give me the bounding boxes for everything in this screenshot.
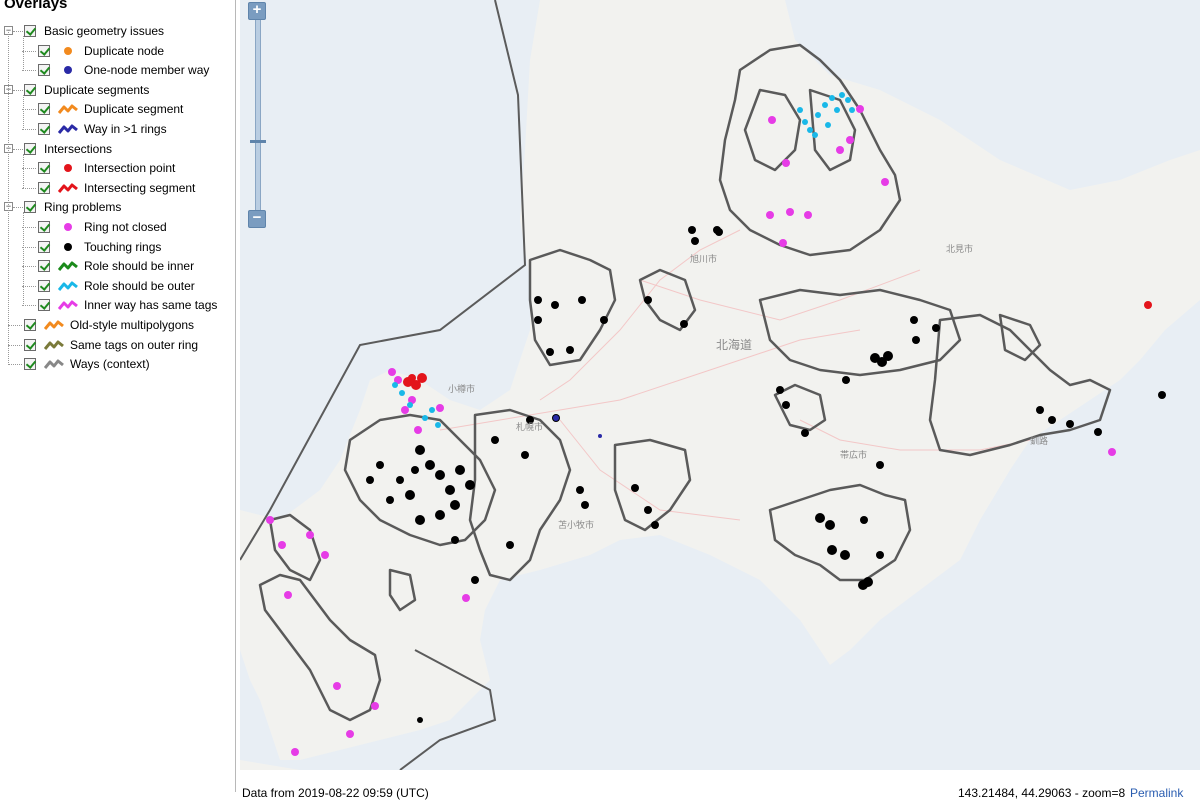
label-tomakomai: 苫小牧市 [558,519,594,531]
status-bar: Data from 2019-08-22 09:59 (UTC) 143.214… [240,770,1200,800]
overlay-item[interactable]: Intersecting segment [38,179,195,197]
overlay-checkbox[interactable] [24,83,36,96]
line-symbol-icon [58,280,78,292]
overlay-item[interactable]: One-node member way [38,61,209,79]
label-obihiro: 帯広市 [840,449,867,461]
overlays-panel: Overlays Basic geometry issues − Duplicate… [0,0,236,792]
overlay-item[interactable]: Role should be inner [38,257,194,275]
overlay-checkbox[interactable] [38,123,50,135]
overlay-group[interactable]: Intersections [24,140,112,158]
overlay-label: Touching rings [84,239,162,254]
dot-symbol-icon [58,241,78,253]
overlay-label: Ring problems [44,200,122,215]
overlay-checkbox[interactable] [38,299,50,312]
map-view[interactable]: 旭川市 北見市 北海道 小樽市 札幌市 帯広市 釧路 苫小牧市 [240,0,1200,770]
overlay-checkbox[interactable] [38,103,50,116]
overlay-item[interactable]: Old-style multipolygons [24,316,194,334]
zoom-slider-handle[interactable] [250,140,266,143]
overlays-title: Overlays [4,0,68,12]
overlay-item[interactable]: Touching rings [38,238,161,256]
overlay-label: Old-style multipolygons [70,318,195,332]
line-symbol-icon [58,123,78,135]
overlay-checkbox[interactable] [24,338,36,351]
label-asahikawa: 旭川市 [690,253,717,265]
overlay-item[interactable]: Duplicate segment [38,100,183,118]
one-node-member-way-2 [598,434,602,438]
land-hokkaido [240,0,1200,760]
overlay-label: Way in >1 rings [84,122,167,136]
zoom-slider[interactable] [250,20,266,210]
overlay-label: Basic geometry issues [44,24,165,38]
permalink-link[interactable]: Permalink [1130,786,1183,800]
zoom-out-button[interactable]: − [248,210,266,228]
zoom-control: + − [248,2,266,228]
overlay-label: Role should be outer [84,278,195,293]
overlay-checkbox[interactable] [24,25,36,37]
overlay-label: Duplicate segments [44,82,150,97]
dot-symbol-icon [58,45,78,57]
overlay-label: Role should be inner [84,259,195,274]
dot-symbol-icon [58,162,78,174]
overlay-label: Inner way has same tags [84,298,218,313]
label-hokkaido: 北海道 [716,337,752,352]
zoom-in-button[interactable]: + [248,2,266,20]
overlay-checkbox[interactable] [38,240,50,253]
overlay-checkbox[interactable] [38,162,50,175]
map-canvas[interactable]: 旭川市 北見市 北海道 小樽市 札幌市 帯広市 釧路 苫小牧市 [240,0,1200,770]
overlay-checkbox[interactable] [38,44,50,57]
one-node-member-way [553,415,559,421]
cursor-coordinates: 143.21484, 44.29063 - zoom=8 [958,786,1126,800]
line-symbol-icon [58,103,78,115]
label-otaru: 小樽市 [448,383,475,395]
data-timestamp: Data from 2019-08-22 09:59 (UTC) [242,786,429,800]
overlay-item[interactable]: Ring not closed [38,218,167,236]
overlay-item[interactable]: Inner way has same tags [38,296,217,314]
label-sapporo: 札幌市 [516,421,543,433]
overlay-label: Intersection point [84,161,176,176]
line-symbol-icon [44,339,64,351]
overlay-group[interactable]: Ring problems [24,198,121,216]
line-symbol-icon [58,299,78,311]
overlay-label: Ways (context) [70,357,150,372]
overlay-checkbox[interactable] [24,142,36,155]
line-symbol-icon [44,358,64,370]
overlay-label: Duplicate segment [84,102,184,117]
overlay-item[interactable]: Role should be outer [38,277,195,295]
land-honshu [240,760,300,770]
overlay-checkbox[interactable] [24,319,36,331]
overlay-checkbox[interactable] [24,358,36,371]
overlay-checkbox[interactable] [24,201,36,214]
line-symbol-icon [44,319,64,331]
overlay-checkbox[interactable] [38,260,50,273]
overlay-item[interactable]: Intersection point [38,159,175,177]
overlay-label: Intersections [44,141,113,156]
overlay-checkbox[interactable] [38,221,50,233]
overlay-label: Intersecting segment [84,180,196,195]
overlay-checkbox[interactable] [38,279,50,292]
overlay-group[interactable]: Duplicate segments [24,81,149,99]
overlay-group[interactable]: Basic geometry issues [24,22,164,40]
overlay-label: Same tags on outer ring [70,337,199,352]
label-kushiro: 釧路 [1030,435,1048,447]
overlay-checkbox[interactable] [38,64,50,77]
overlay-checkbox[interactable] [38,181,50,194]
dot-symbol-icon [58,221,78,233]
overlay-label: Duplicate node [84,43,165,58]
label-kitami: 北見市 [946,243,973,255]
overlay-item[interactable]: Way in >1 rings [38,120,167,138]
line-symbol-icon [58,182,78,194]
overlay-item[interactable]: Same tags on outer ring [24,336,198,354]
line-symbol-icon [58,260,78,272]
overlay-label: Ring not closed [84,220,167,234]
dot-symbol-icon [58,64,78,76]
overlay-item[interactable]: Ways (context) [24,355,150,373]
overlay-label: One-node member way [84,63,210,78]
overlay-item[interactable]: Duplicate node [38,42,164,60]
